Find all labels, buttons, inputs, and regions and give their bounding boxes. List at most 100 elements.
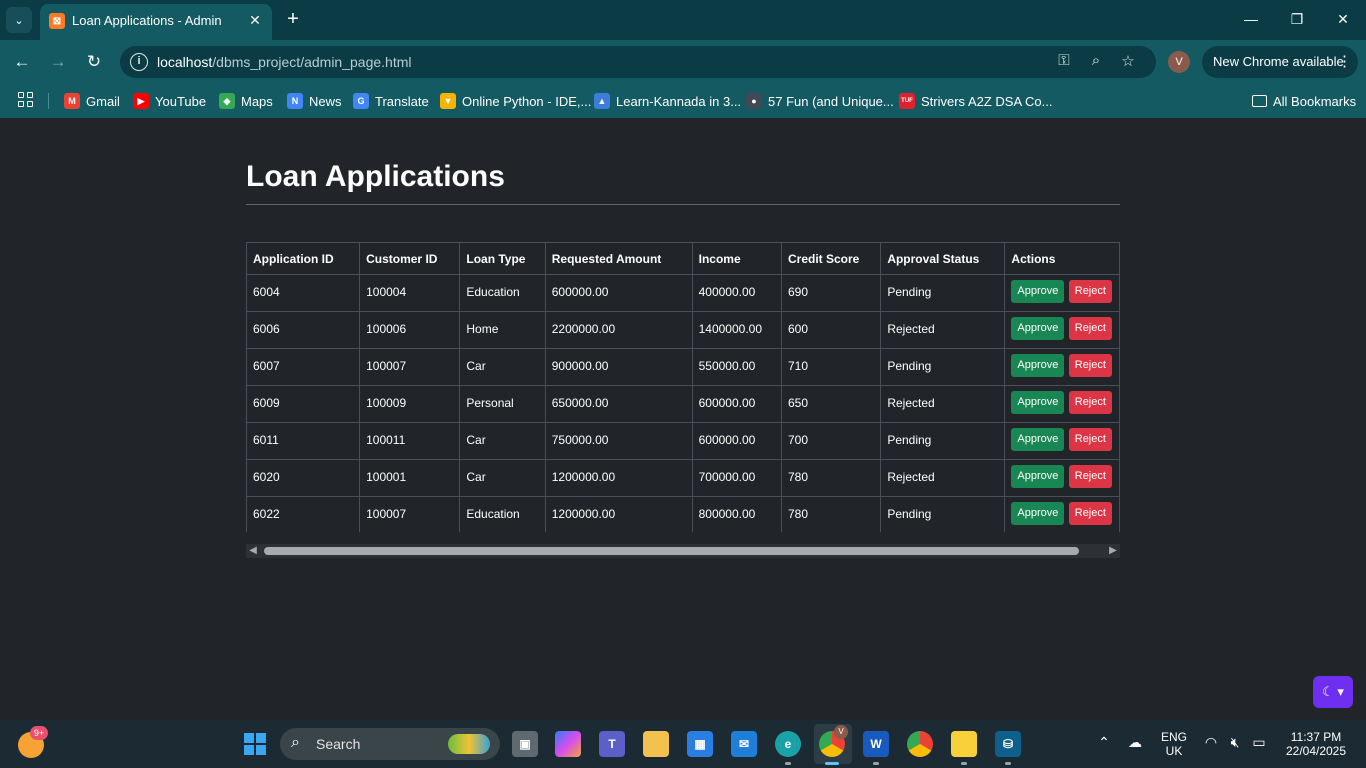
table-cell: 6020 — [246, 459, 361, 497]
forward-button[interactable]: → — [46, 50, 70, 74]
store-icon[interactable]: ▦ — [687, 731, 713, 757]
all-bookmarks-button[interactable]: All Bookmarks — [1252, 92, 1356, 110]
reject-button[interactable]: Reject — [1068, 502, 1112, 525]
bookmark-label: Strivers A2Z DSA Co... — [921, 93, 1053, 109]
bookmark-favicon-icon: ▲ — [594, 93, 610, 109]
update-label: New Chrome available — [1213, 54, 1344, 69]
reject-button[interactable]: Reject — [1068, 465, 1112, 488]
scroll-left-icon[interactable]: ◀ — [246, 544, 260, 558]
scroll-right-icon[interactable]: ▶ — [1106, 544, 1120, 558]
actions-cell: Approve Reject — [1004, 311, 1120, 349]
approve-button[interactable]: Approve — [1011, 465, 1065, 488]
reject-button[interactable]: Reject — [1068, 428, 1112, 451]
approve-button[interactable]: Approve — [1011, 317, 1065, 340]
profile-avatar[interactable]: V — [1168, 51, 1190, 73]
approve-button[interactable]: Approve — [1011, 502, 1065, 525]
bookmark-item[interactable]: TUF Strivers A2Z DSA Co... — [899, 92, 1053, 110]
word-icon[interactable]: W — [863, 731, 889, 757]
table-cell: 100007 — [359, 496, 461, 532]
approve-button[interactable]: Approve — [1011, 280, 1065, 303]
table-cell: Rejected — [880, 385, 1006, 423]
applications-table-container[interactable]: Application ID Customer ID Loan Type Reques… — [246, 242, 1120, 532]
zoom-icon[interactable]: ⌕ — [1086, 52, 1106, 69]
close-window-button[interactable]: ✕ — [1330, 8, 1356, 30]
password-key-icon[interactable]: ⚿ — [1054, 52, 1074, 69]
back-button[interactable]: ← — [10, 50, 34, 74]
sticky-running-indicator — [961, 762, 967, 765]
column-header: Application ID — [246, 242, 361, 275]
bookmark-label: Gmail — [86, 93, 120, 109]
bookmark-star-icon[interactable]: ☆ — [1118, 52, 1138, 70]
table-cell: 1200000.00 — [544, 459, 693, 497]
sticky-notes-icon[interactable] — [951, 731, 977, 757]
start-button[interactable] — [244, 733, 266, 755]
page-title: Loan Applications — [246, 160, 505, 193]
search-icon: ⌕ — [291, 734, 300, 751]
table-cell: 650 — [780, 385, 882, 423]
reject-button[interactable]: Reject — [1068, 391, 1112, 414]
battery-icon[interactable]: ▭ — [1250, 734, 1268, 751]
language-indicator[interactable]: ENG UK — [1158, 730, 1190, 758]
table-cell: Car — [459, 422, 546, 460]
volume-muted-icon[interactable]: 🔇︎ — [1226, 734, 1244, 751]
all-bookmarks-label: All Bookmarks — [1273, 93, 1357, 109]
search-label: Search — [316, 736, 361, 752]
file-explorer-icon[interactable] — [643, 731, 669, 757]
clock[interactable]: 11:37 PM 22/04/2025 — [1280, 730, 1352, 758]
table-cell: 100001 — [359, 459, 461, 497]
tray-overflow-icon[interactable]: ⌃ — [1095, 734, 1113, 751]
mail-icon[interactable]: ✉ — [731, 731, 757, 757]
apps-grid-icon[interactable] — [18, 92, 34, 108]
table-cell: 600 — [780, 311, 882, 349]
chrome-second-icon[interactable] — [907, 731, 933, 757]
table-cell: 900000.00 — [544, 348, 693, 386]
approve-button[interactable]: Approve — [1011, 354, 1065, 377]
close-tab-icon[interactable]: ✕ — [246, 11, 264, 29]
bookmark-favicon-icon: M — [64, 93, 80, 109]
bookmark-item[interactable]: ▲ Learn-Kannada in 3... — [594, 92, 741, 110]
bookmark-item[interactable]: G Translate — [353, 92, 429, 110]
active-tab[interactable]: ⊠ Loan Applications - Admin ✕ — [40, 4, 272, 40]
site-info-icon[interactable]: i — [130, 53, 148, 71]
bookmark-item[interactable]: ● 57 Fun (and Unique... — [746, 92, 894, 110]
reject-button[interactable]: Reject — [1068, 354, 1112, 377]
bookmark-item[interactable]: ▶ YouTube — [133, 92, 206, 110]
scrollbar-thumb[interactable] — [264, 547, 1079, 555]
bookmark-item[interactable]: ◆ Maps — [219, 92, 273, 110]
bookmark-label: Translate — [375, 93, 429, 109]
minimize-button[interactable]: — — [1238, 8, 1264, 30]
reload-button[interactable]: ↻ — [82, 50, 106, 74]
bookmark-item[interactable]: N News — [287, 92, 342, 110]
bookmark-label: Learn-Kannada in 3... — [616, 93, 742, 109]
edge-icon[interactable]: e — [775, 731, 801, 757]
cloud-icon[interactable]: ☁ — [1126, 734, 1144, 751]
update-chrome-button[interactable]: New Chrome available ⋮ — [1202, 46, 1358, 78]
table-cell: Pending — [880, 496, 1006, 532]
restore-button[interactable]: ❐ — [1284, 8, 1310, 30]
tab-search-button[interactable]: ⌄ — [6, 7, 32, 33]
reject-button[interactable]: Reject — [1068, 280, 1112, 303]
new-tab-button[interactable]: + — [282, 8, 304, 30]
task-view-icon[interactable]: ▣ — [512, 731, 538, 757]
address-bar[interactable]: i localhost/dbms_project/admin_page.html… — [120, 46, 1156, 78]
edge-running-indicator — [785, 762, 791, 765]
approve-button[interactable]: Approve — [1011, 428, 1065, 451]
mysql-workbench-icon[interactable]: ⛁ — [995, 731, 1021, 757]
horizontal-scrollbar[interactable]: ◀ ▶ — [246, 544, 1120, 558]
menu-kebab-icon[interactable]: ⋮ — [1337, 46, 1352, 78]
table-cell: Education — [459, 274, 546, 312]
wifi-icon[interactable]: ◠ — [1202, 734, 1220, 751]
taskbar-search[interactable]: ⌕ Search — [280, 728, 500, 760]
bookmark-favicon-icon: ▼ — [440, 93, 456, 109]
teams-icon[interactable]: T — [599, 731, 625, 757]
column-header: Income — [691, 242, 783, 275]
url-text[interactable]: localhost/dbms_project/admin_page.html — [157, 54, 412, 70]
approve-button[interactable]: Approve — [1011, 391, 1065, 414]
reject-button[interactable]: Reject — [1068, 317, 1112, 340]
bookmark-item[interactable]: ▼ Online Python - IDE,... — [440, 92, 591, 110]
table-cell: 6022 — [246, 496, 361, 532]
theme-toggle-button[interactable]: ☾ ▾ — [1313, 676, 1353, 708]
bookmark-item[interactable]: M Gmail — [64, 92, 120, 110]
table-cell: 1200000.00 — [544, 496, 693, 532]
copilot-icon[interactable] — [555, 731, 581, 757]
